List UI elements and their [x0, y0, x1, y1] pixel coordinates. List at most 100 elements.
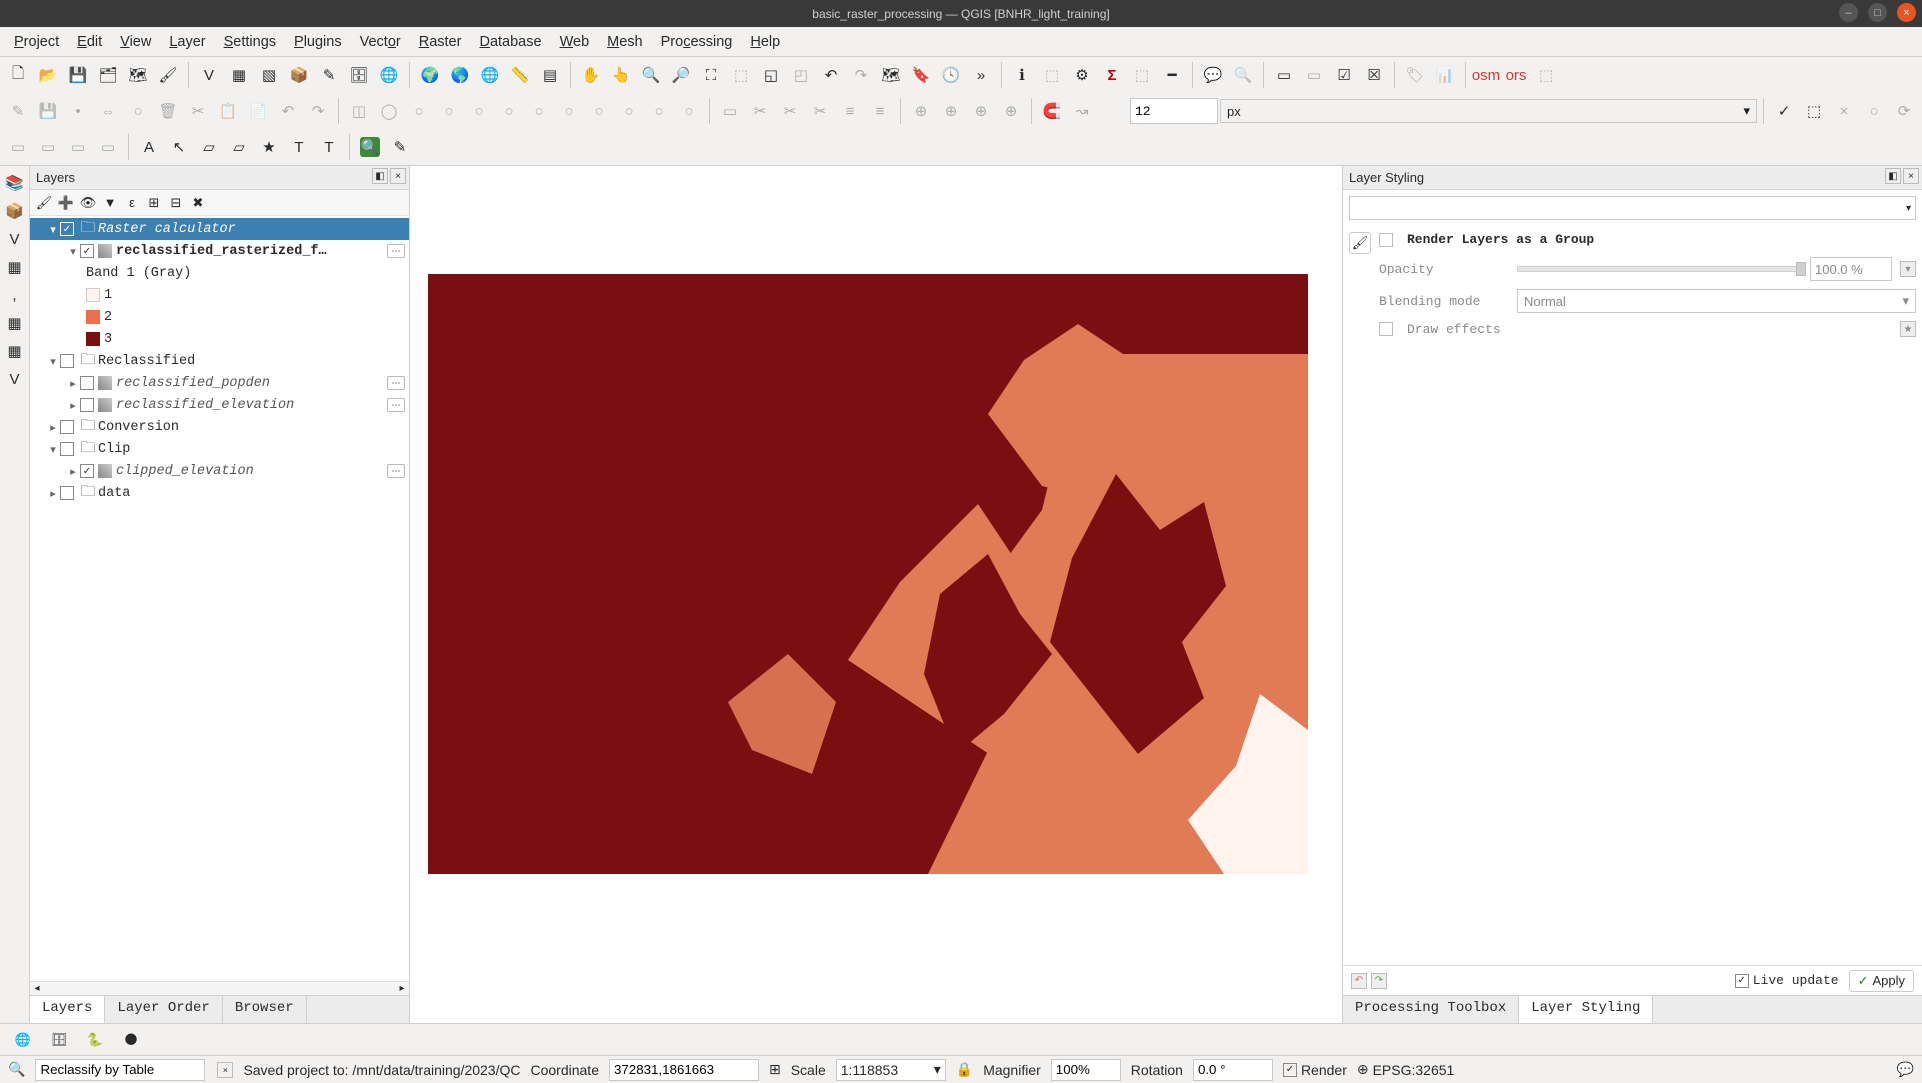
expression-filter-button[interactable]: ε [122, 193, 142, 213]
menu-view[interactable]: View [112, 31, 159, 53]
attributes-table-button[interactable]: ▤ [536, 61, 564, 89]
render-group-checkbox[interactable] [1379, 233, 1393, 247]
visibility-checkbox[interactable]: ✓ [80, 464, 94, 478]
osm-tag-button[interactable]: osm [1472, 61, 1500, 89]
expand-toggle[interactable]: ▾ [46, 443, 60, 456]
menu-database[interactable]: Database [471, 31, 549, 53]
expand-toggle[interactable]: ▾ [46, 223, 60, 236]
window-maximize-button[interactable]: □ [1868, 3, 1887, 22]
layer-item-clipped-elevation[interactable]: ▸ ✓ clipped_elevation ⋯ [30, 460, 409, 482]
extents-toggle-button[interactable]: ⊞ [769, 1061, 781, 1078]
measure-button[interactable]: 📏 [506, 61, 534, 89]
ors-tag-button[interactable]: ors [1502, 61, 1530, 89]
snapping-toggle-button[interactable]: 🧲 [1038, 97, 1066, 125]
menu-mesh[interactable]: Mesh [599, 31, 650, 53]
remove-layer-button[interactable]: ✖ [188, 193, 208, 213]
scroll-right-button[interactable]: ▸ [395, 983, 409, 994]
menu-settings[interactable]: Settings [216, 31, 284, 53]
panel-close-button[interactable]: × [390, 168, 406, 184]
plugin-db-button[interactable]: 🗄 [46, 1027, 72, 1053]
add-group-button[interactable]: ➕ [56, 193, 76, 213]
visibility-checkbox[interactable] [60, 486, 74, 500]
menu-edit[interactable]: Edit [69, 31, 110, 53]
new-bookmark-button[interactable]: 🔖 [907, 61, 935, 89]
visibility-checkbox[interactable] [60, 354, 74, 368]
deselect-button[interactable]: ☒ [1360, 61, 1388, 89]
label-8[interactable]: ▱ [225, 133, 253, 161]
visibility-button[interactable]: 👁 [78, 193, 98, 213]
open-project-button[interactable]: 📂 [34, 61, 62, 89]
zoom-last-button[interactable]: ↶ [817, 61, 845, 89]
python-console-button[interactable]: 🐍 [82, 1027, 108, 1053]
new-geopackage-button[interactable]: 📦 [285, 61, 313, 89]
label-6[interactable]: ↖ [165, 133, 193, 161]
expand-toggle[interactable]: ▸ [46, 487, 60, 500]
messages-button[interactable]: 💬 [1897, 1061, 1914, 1078]
tab-layer-styling[interactable]: Layer Styling [1519, 996, 1653, 1023]
menu-raster[interactable]: Raster [411, 31, 470, 53]
save-project-button[interactable]: 💾 [64, 61, 92, 89]
layer-item-reclassified-elevation[interactable]: ▸ reclassified_elevation ⋯ [30, 394, 409, 416]
layer-indicator[interactable]: ⋯ [387, 244, 405, 258]
zoom-globe3-button[interactable]: 🌐 [476, 61, 504, 89]
panel-float-button[interactable]: ◧ [1885, 168, 1901, 184]
expand-toggle[interactable]: ▾ [46, 355, 60, 368]
new-vector-button[interactable]: V [195, 61, 223, 89]
gear-tool-button[interactable]: ⚙ [1068, 61, 1096, 89]
opacity-slider[interactable] [1517, 266, 1802, 272]
label-7[interactable]: ▱ [195, 133, 223, 161]
plugin-globe-button[interactable]: 🌑 [118, 1027, 144, 1053]
temporal-button[interactable]: 🕓 [937, 61, 965, 89]
expand-toggle[interactable]: ▸ [66, 399, 80, 412]
symbology-tab-button[interactable]: 🖌 [1349, 232, 1371, 254]
menu-help[interactable]: Help [742, 31, 788, 53]
topology-check-button[interactable]: ✓ [1770, 97, 1798, 125]
new-virtual-button[interactable]: 🌐 [375, 61, 403, 89]
layers-tree[interactable]: ▾ ✓ 🗀 Raster calculator ▾ ✓ reclassified… [30, 216, 409, 981]
layer-group-raster-calculator[interactable]: ▾ ✓ 🗀 Raster calculator [30, 218, 409, 240]
collapse-all-button[interactable]: ⊟ [166, 193, 186, 213]
window-close-button[interactable]: × [1897, 3, 1916, 22]
crs-button[interactable]: ⊕ EPSG:32651 [1357, 1061, 1454, 1078]
blending-select[interactable]: Normal▾ [1517, 289, 1916, 313]
slider-thumb[interactable] [1796, 262, 1806, 276]
visibility-checkbox[interactable] [80, 376, 94, 390]
select-all-button[interactable]: ☑ [1330, 61, 1358, 89]
live-update-checkbox[interactable]: ✓ [1735, 974, 1749, 988]
tab-processing-toolbox[interactable]: Processing Toolbox [1343, 996, 1519, 1023]
layer-style-button[interactable]: 🖌 [34, 193, 54, 213]
tab-layer-order[interactable]: Layer Order [105, 996, 222, 1023]
visibility-checkbox[interactable]: ✓ [80, 244, 94, 258]
expand-toggle[interactable]: ▸ [66, 465, 80, 478]
maptips-button[interactable]: 💬 [1199, 61, 1227, 89]
style-undo-button[interactable]: ↶ [1351, 973, 1367, 989]
label-9[interactable]: ★ [255, 133, 283, 161]
menu-project[interactable]: Project [6, 31, 67, 53]
zoom-layer-button[interactable]: ◱ [757, 61, 785, 89]
new-raster-button[interactable]: ▦ [225, 61, 253, 89]
draw-effects-config-button[interactable]: ★ [1900, 321, 1916, 337]
opacity-spinbox[interactable]: 100.0 % [1810, 257, 1892, 281]
new-csv-button[interactable]: , [2, 282, 28, 308]
font-size-input[interactable] [1130, 98, 1218, 124]
new-map-view-button[interactable]: 🗺 [877, 61, 905, 89]
zoom-full-button[interactable]: ⛶ [697, 61, 725, 89]
layer-indicator[interactable]: ⋯ [387, 398, 405, 412]
rotation-input[interactable] [1193, 1059, 1273, 1081]
new-tiles-button[interactable]: ▦ [2, 338, 28, 364]
sum-tool-button[interactable]: Σ [1098, 61, 1126, 89]
locator-clear-button[interactable]: × [217, 1062, 233, 1078]
zoom-in-button[interactable]: 🔍 [637, 61, 665, 89]
panel-float-button[interactable]: ◧ [372, 168, 388, 184]
filter-legend-button[interactable]: ▼ [100, 193, 120, 213]
layer-group-clip[interactable]: ▾ 🗀 Clip [30, 438, 409, 460]
pan-button[interactable]: ✋ [577, 61, 605, 89]
layers-hscrollbar[interactable]: ◂ ▸ [30, 981, 409, 995]
label-11[interactable]: T [315, 133, 343, 161]
expand-toggle[interactable]: ▸ [46, 421, 60, 434]
layer-group-reclassified[interactable]: ▾ 🗀 Reclassified [30, 350, 409, 372]
plugin-network-button[interactable]: 🌐 [10, 1027, 36, 1053]
unit-select[interactable]: px▾ [1220, 99, 1757, 123]
topology-2-button[interactable]: ⬚ [1800, 97, 1828, 125]
expand-toggle[interactable]: ▾ [66, 245, 80, 258]
